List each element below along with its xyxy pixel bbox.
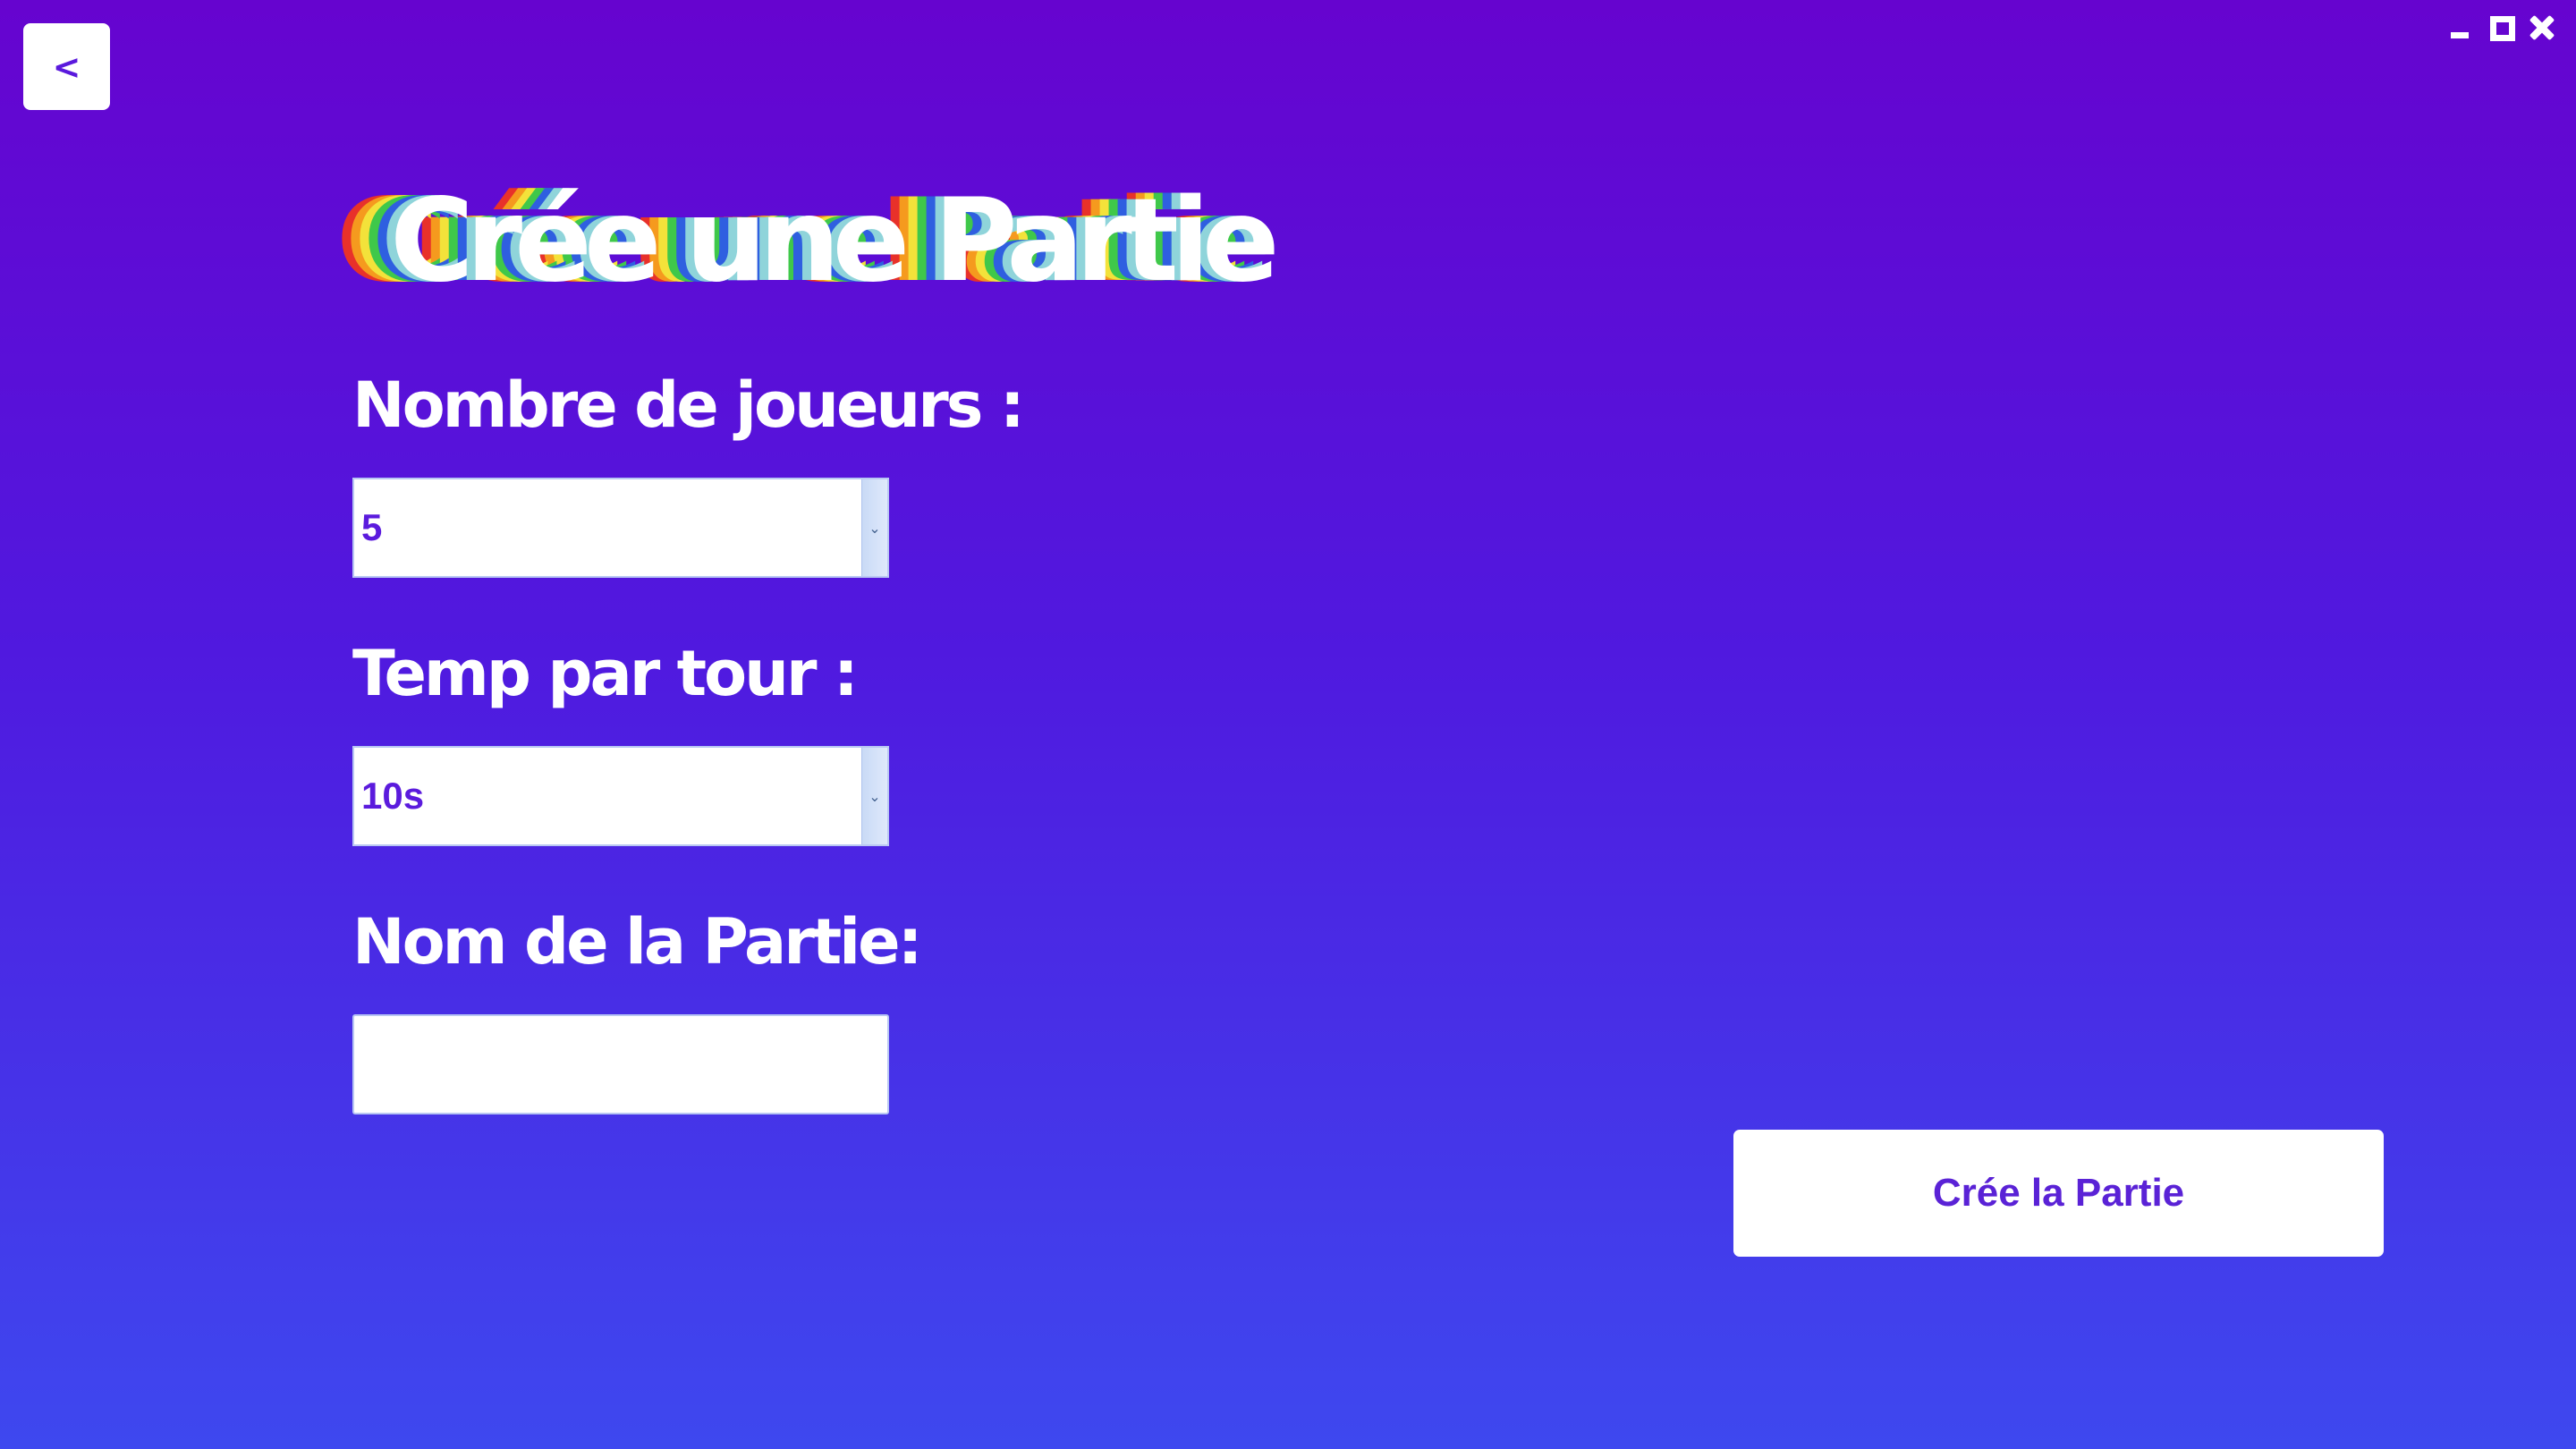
minimize-icon[interactable] [2449, 14, 2476, 41]
game-name-input[interactable] [352, 1014, 889, 1114]
maximize-icon[interactable] [2488, 14, 2515, 41]
chevron-down-icon[interactable]: ⌄ [861, 748, 887, 844]
create-game-button[interactable]: Crée la Partie [1733, 1130, 2384, 1257]
game-name-label: Nom de la Partie: [352, 905, 923, 979]
chevron-down-icon[interactable]: ⌄ [861, 479, 887, 576]
players-label: Nombre de joueurs : [352, 369, 1025, 442]
page-title: Crée une Partie [390, 174, 1280, 308]
create-game-button-label: Crée la Partie [1932, 1171, 2185, 1215]
back-label: < [52, 47, 81, 87]
close-icon[interactable] [2528, 14, 2555, 41]
back-button[interactable]: < [23, 23, 110, 110]
players-select-value: 5 [361, 506, 383, 548]
turn-time-select[interactable]: 10s ⌄ [352, 746, 889, 846]
players-select[interactable]: 5 ⌄ [352, 478, 889, 578]
turn-time-select-value: 10s [361, 775, 425, 817]
window-controls [2449, 14, 2555, 41]
turn-time-label: Temp par tour : [352, 637, 859, 710]
